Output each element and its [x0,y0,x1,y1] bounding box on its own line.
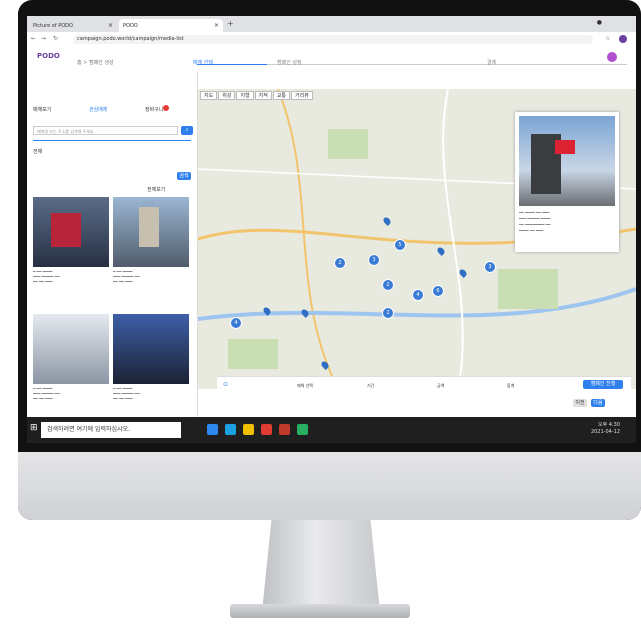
monitor-chin [18,452,641,520]
tab-label: Picture of PODO [33,22,73,29]
map-toolbar: 지도 위성 지형 지적 교통 거리뷰 [200,91,314,100]
window-control-icon[interactable]: ● [597,19,602,26]
map-cluster-marker[interactable]: 4 [412,289,424,301]
popup-photo [519,116,615,206]
summary-label: 기간 [367,383,375,388]
podo-logo[interactable]: PODO [37,52,60,60]
step-1: 매체 선택 [193,60,213,66]
clock-date: 2021-04-12 [590,429,620,435]
map-tool[interactable]: 위성 [218,91,236,100]
app-icon[interactable] [297,424,308,435]
map-cluster-marker[interactable]: 5 [394,239,406,251]
taskbar-clock[interactable]: 오후 4:30 2021-04-12 [591,422,620,436]
count-label[interactable]: 전체보기 [147,186,165,193]
next-button[interactable]: 다음 [591,399,605,407]
tab-favorite[interactable]: 관심매체 [89,106,107,113]
step-3: 결제 [487,60,497,66]
divider [33,140,191,141]
breadcrumb: 홈 > 캠페인 생성 [77,60,114,66]
media-card[interactable]: ━ ━━ ━━━━ ━━━ ━━━━━ ━━ ━━ ━━ ━━━ [113,314,189,414]
billboard [51,213,81,247]
media-photo [113,197,189,267]
media-info: ━ ━━ ━━━━ ━━━ ━━━━━ ━━ ━━ ━━ ━━━ [113,269,140,284]
campaign-cta-button[interactable]: 캠페인 진행 [583,380,623,389]
monitor-base [230,604,410,618]
media-card[interactable]: ━ ━━ ━━━━ ━━━ ━━━━━ ━━ ━━ ━━ ━━━ [33,314,109,414]
star-icon[interactable]: ☆ [605,35,610,42]
media-info: ━ ━━ ━━━━ ━━━ ━━━━━ ━━ ━━ ━━ ━━━ [113,386,140,401]
search-button[interactable]: ⌕ [181,126,193,135]
media-photo [113,314,189,384]
popup-details: ━━ ━━━━ ━━ ━━━ ━━━ ━━━━━ ━━━━ ━━ ━━━━━━━━ … [519,210,551,233]
clock-time: 오후 4:30 [597,422,620,428]
edge-icon[interactable] [225,424,236,435]
reload-icon[interactable]: ↻ [53,35,58,42]
info-icon: ⊙ [223,381,229,388]
tab-media[interactable]: 매체보기 [33,106,51,113]
new-tab-icon[interactable]: + [227,19,234,28]
screen: Picture of PODO × PODO × + ● ← → ↻ campaig… [27,16,636,443]
search-icon: ⌕ [185,127,189,133]
browser-tab-active[interactable]: PODO × [119,19,223,32]
summary-label: 합계 [507,383,515,388]
app-icon[interactable] [261,424,272,435]
app-icon[interactable] [279,424,290,435]
prev-button[interactable]: 이전 [573,399,587,407]
media-card[interactable]: ━ ━━ ━━━━ ━━━ ━━━━━ ━━ ━━ ━━ ━━━ [33,197,109,297]
map-tool[interactable]: 거리뷰 [291,91,313,100]
search-input[interactable]: 매체명 또는 주소를 검색해 주세요 [33,126,178,135]
billboard [555,140,575,154]
url-field[interactable]: campaign.podo.world/campaign/media-list [73,35,593,44]
browser-tabbar: Picture of PODO × PODO × + ● [27,16,636,32]
map-cluster-marker[interactable]: 2 [382,279,394,291]
monitor-stand [262,520,380,612]
media-list-panel: 매체보기 관심매체 장바구니 매체명 또는 주소를 검색해 주세요 ⌕ 전체 검… [27,72,198,417]
taskbar-search[interactable]: 검색하려면 여기에 입력하십시오. [41,422,181,438]
close-icon[interactable]: × [108,22,113,29]
close-icon[interactable]: × [214,22,219,29]
media-info: ━ ━━ ━━━━ ━━━ ━━━━━ ━━ ━━ ━━ ━━━ [33,269,60,284]
forward-icon[interactable]: → [41,35,46,42]
map-cluster-marker[interactable]: 2 [382,307,394,319]
filter-button[interactable]: 검색 [177,172,191,180]
folder-icon[interactable] [243,424,254,435]
map-cluster-marker[interactable]: 4 [230,317,242,329]
app-icon[interactable] [207,424,218,435]
summary-label: 매체 선택 [297,383,313,388]
tab-label: PODO [123,22,138,29]
map-cluster-marker[interactable]: 3 [368,254,380,266]
media-info: ━ ━━ ━━━━ ━━━ ━━━━━ ━━ ━━ ━━ ━━━ [33,386,60,401]
browser-tab[interactable]: Picture of PODO × [29,19,117,32]
address-bar: ← → ↻ campaign.podo.world/campaign/media… [27,32,636,48]
summary-label: 금액 [437,383,445,388]
map-tool[interactable]: 지형 [236,91,254,100]
sort-label[interactable]: 전체 [33,148,42,155]
back-icon[interactable]: ← [31,35,36,42]
map-tool[interactable]: 교통 [272,91,291,100]
left-tabs: 매체보기 관심매체 장바구니 [33,105,191,116]
media-photo [33,314,109,384]
profile-avatar[interactable] [619,35,627,43]
cart-badge [163,105,169,111]
media-photo [33,197,109,267]
map-tool[interactable]: 지적 [254,91,272,100]
map-cluster-marker[interactable]: 2 [334,257,346,269]
media-info-popup[interactable]: ━━ ━━━━ ━━ ━━━ ━━━ ━━━━━ ━━━━ ━━ ━━━━━━━━ … [515,112,619,252]
building [139,207,159,247]
windows-taskbar: ⊞ 검색하려면 여기에 입력하십시오. 오후 4:30 2021-04-12 [27,417,636,443]
map-cluster-marker[interactable]: 6 [432,285,444,297]
step-2: 캠페인 설정 [277,60,302,66]
media-card[interactable]: ━ ━━ ━━━━ ━━━ ━━━━━ ━━ ━━ ━━ ━━━ [113,197,189,297]
tab-cart[interactable]: 장바구니 [145,106,163,113]
campaign-summary-bar: ⊙ 매체 선택 기간 금액 합계 캠페인 진행 이전 다음 [217,376,631,412]
map-cluster-marker[interactable]: 3 [484,261,496,273]
map-tool[interactable]: 지도 [200,91,218,100]
step-indicator: 매체 선택 캠페인 설정 결제 [187,60,636,70]
windows-start-icon[interactable]: ⊞ [30,423,38,433]
